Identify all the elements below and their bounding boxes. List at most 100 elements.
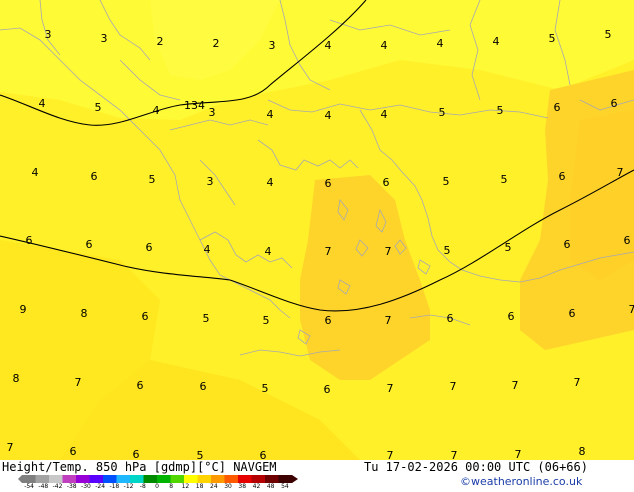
scale-tick-label: 54 <box>281 484 289 490</box>
temperature-label: 4 <box>325 109 332 122</box>
scale-tick-label: -24 <box>95 484 105 490</box>
scale-swatch <box>252 475 266 483</box>
scale-tick-label: -48 <box>38 484 48 490</box>
temperature-label: 5 <box>95 101 102 114</box>
temperature-label: 7 <box>75 376 82 389</box>
scale-swatch <box>22 475 36 483</box>
temperature-label: 4 <box>493 35 500 48</box>
temperature-label: 7 <box>617 166 624 179</box>
temperature-label: 7 <box>387 382 394 395</box>
scale-tick-label: -12 <box>124 484 134 490</box>
contour-label: 134 <box>184 99 205 112</box>
temperature-label: 5 <box>197 449 204 460</box>
temperature-label: 6 <box>26 234 33 247</box>
temperature-label: 6 <box>324 383 331 396</box>
scale-swatch <box>157 475 171 483</box>
color-scale-ticks: -54-48-42-38-30-24-18-12-808121824303842… <box>18 484 298 492</box>
temperature-label: 3 <box>269 39 276 52</box>
temperature-label: 6 <box>383 176 390 189</box>
temperature-label: 3 <box>209 106 216 119</box>
scale-swatch <box>117 475 131 483</box>
temperature-label: 6 <box>142 310 149 323</box>
map-title: Height/Temp. 850 hPa [gdmp][°C] NAVGEM <box>2 460 277 474</box>
scale-swatch <box>63 475 77 483</box>
temperature-label: 5 <box>497 104 504 117</box>
scale-tick-label: 18 <box>196 484 204 490</box>
temperature-label: 6 <box>200 380 207 393</box>
scale-swatch <box>90 475 104 483</box>
temperature-label: 5 <box>505 241 512 254</box>
temperature-label: 6 <box>559 170 566 183</box>
temperature-label: 4 <box>381 39 388 52</box>
scale-arrow-right-icon <box>292 475 298 483</box>
temperature-label: 6 <box>624 234 631 247</box>
scale-swatch <box>49 475 63 483</box>
scale-tick-label: -18 <box>109 484 119 490</box>
scale-swatch <box>225 475 239 483</box>
scale-tick-label: -8 <box>140 484 146 490</box>
temperature-label: 4 <box>325 39 332 52</box>
temperature-label: 6 <box>260 449 267 460</box>
scale-swatch <box>36 475 50 483</box>
scale-tick-label: -54 <box>24 484 34 490</box>
temperature-label: 3 <box>45 28 52 41</box>
scale-swatch <box>171 475 185 483</box>
temperature-label: 8 <box>13 372 20 385</box>
scale-tick-label: 48 <box>267 484 275 490</box>
temperature-label: 6 <box>564 238 571 251</box>
scale-swatch <box>265 475 279 483</box>
scale-tick-label: 24 <box>210 484 218 490</box>
temperature-label: 4 <box>32 166 39 179</box>
temperature-label: 7 <box>450 380 457 393</box>
temperature-label: 9 <box>20 303 27 316</box>
temperature-label: 8 <box>81 307 88 320</box>
scale-tick-label: 0 <box>155 484 159 490</box>
temperature-label: 6 <box>508 310 515 323</box>
temperature-label: 5 <box>444 244 451 257</box>
temperature-label: 4 <box>265 245 272 258</box>
temperature-label: 7 <box>7 441 14 454</box>
scale-tick-label: 30 <box>224 484 232 490</box>
temperature-label: 2 <box>157 35 164 48</box>
temperature-label: 5 <box>549 32 556 45</box>
temperature-label: 7 <box>385 245 392 258</box>
scale-tick-label: 12 <box>182 484 190 490</box>
scale-tick-label: -42 <box>53 484 63 490</box>
temperature-label: 3 <box>207 175 214 188</box>
scale-swatch <box>184 475 198 483</box>
temperature-label: 4 <box>267 176 274 189</box>
scale-swatch <box>103 475 117 483</box>
scale-tick-label: -38 <box>67 484 77 490</box>
temperature-label: 5 <box>439 106 446 119</box>
temperature-label: 5 <box>263 314 270 327</box>
temperature-label: 5 <box>149 173 156 186</box>
footer: Height/Temp. 850 hPa [gdmp][°C] NAVGEM T… <box>0 460 634 490</box>
hot-patch-east-inner <box>570 110 634 280</box>
valid-time: Tu 17-02-2026 00:00 UTC (06+66) <box>364 460 588 474</box>
scale-swatch <box>76 475 90 483</box>
credit-text: ©weatheronline.co.uk <box>460 475 582 488</box>
temperature-label: 4 <box>39 97 46 110</box>
temperature-label: 5 <box>501 173 508 186</box>
temperature-label: 4 <box>437 37 444 50</box>
scale-tick-label: 42 <box>253 484 261 490</box>
temperature-label: 7 <box>451 449 458 460</box>
scale-tick-label: -30 <box>81 484 91 490</box>
temperature-label: 7 <box>574 376 581 389</box>
scale-swatch <box>279 475 293 483</box>
temperature-label: 4 <box>267 108 274 121</box>
temperature-label: 6 <box>137 379 144 392</box>
temperature-label: 8 <box>579 445 586 458</box>
temperature-label: 6 <box>325 314 332 327</box>
scale-swatch <box>211 475 225 483</box>
temperature-label: 5 <box>203 312 210 325</box>
temperature-label: 6 <box>70 445 77 458</box>
temperature-label: 6 <box>611 97 618 110</box>
temperature-label: 4 <box>153 104 160 117</box>
scale-swatch <box>238 475 252 483</box>
temperature-label: 6 <box>554 101 561 114</box>
scale-swatch <box>130 475 144 483</box>
temperature-label: 6 <box>133 448 140 460</box>
temperature-label: 7 <box>629 303 634 316</box>
temperature-label: 6 <box>447 312 454 325</box>
